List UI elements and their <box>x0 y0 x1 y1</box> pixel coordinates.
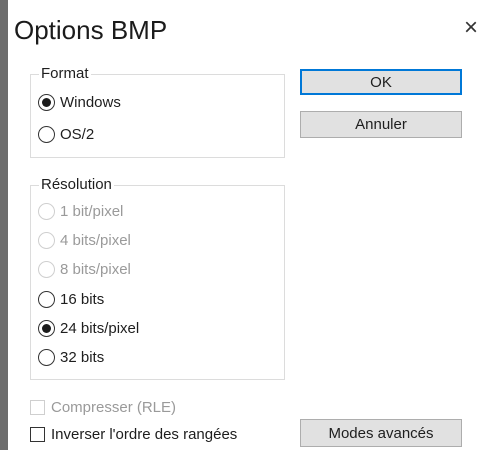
format-radio-windows[interactable]: Windows <box>38 91 121 113</box>
format-radio-os2[interactable]: OS/2 <box>38 123 94 145</box>
checkbox-icon <box>30 426 45 442</box>
radio-button-icon <box>38 202 55 220</box>
resolution-radio-24bits[interactable]: 24 bits/pixel <box>38 317 139 339</box>
resolution-radio-8bits[interactable]: 8 bits/pixel <box>38 258 131 280</box>
resolution-radio-1bit[interactable]: 1 bit/pixel <box>38 200 123 222</box>
resolution-radio-16bits[interactable]: 16 bits <box>38 288 104 310</box>
compress-rle-checkbox[interactable]: Compresser (RLE) <box>30 397 176 417</box>
radio-label: Windows <box>60 93 121 111</box>
resolution-group: Résolution 1 bit/pixel 4 bits/pixel 8 bi… <box>30 176 285 380</box>
checkbox-icon <box>30 399 45 415</box>
close-icon[interactable]: × <box>460 14 482 42</box>
format-group: Format Windows OS/2 <box>30 65 285 158</box>
resolution-radio-32bits[interactable]: 32 bits <box>38 346 104 368</box>
radio-button-icon <box>38 348 55 366</box>
radio-label: 16 bits <box>60 290 105 308</box>
checkbox-label: Compresser (RLE) <box>51 398 177 416</box>
ok-button[interactable]: OK <box>300 69 462 95</box>
invert-row-order-checkbox[interactable]: Inverser l'ordre des rangées <box>30 424 237 444</box>
radio-label: 1 bit/pixel <box>60 202 124 220</box>
cancel-button[interactable]: Annuler <box>300 111 462 138</box>
advanced-modes-button[interactable]: Modes avancés <box>300 419 462 447</box>
checkbox-label: Inverser l'ordre des rangées <box>51 425 238 443</box>
radio-button-icon <box>38 93 55 111</box>
radio-label: 8 bits/pixel <box>60 260 131 278</box>
radio-button-icon <box>38 231 55 249</box>
resolution-group-label: Résolution <box>39 176 114 194</box>
radio-button-icon <box>38 319 55 337</box>
dialog-client-area: Format Windows OS/2 Résolution 1 bit/pix… <box>14 56 491 450</box>
radio-button-icon <box>38 290 55 308</box>
window-edge <box>0 0 8 450</box>
bmp-options-dialog: Options BMP × Format Windows OS/2 Résolu… <box>0 0 491 450</box>
radio-label: 4 bits/pixel <box>60 231 131 249</box>
dialog-title: Options BMP <box>14 15 168 45</box>
radio-button-icon <box>38 125 55 143</box>
radio-button-icon <box>38 260 55 278</box>
radio-label: OS/2 <box>60 125 95 143</box>
resolution-radio-4bits[interactable]: 4 bits/pixel <box>38 229 131 251</box>
format-group-label: Format <box>39 65 91 83</box>
radio-label: 32 bits <box>60 348 105 366</box>
radio-label: 24 bits/pixel <box>60 319 140 337</box>
